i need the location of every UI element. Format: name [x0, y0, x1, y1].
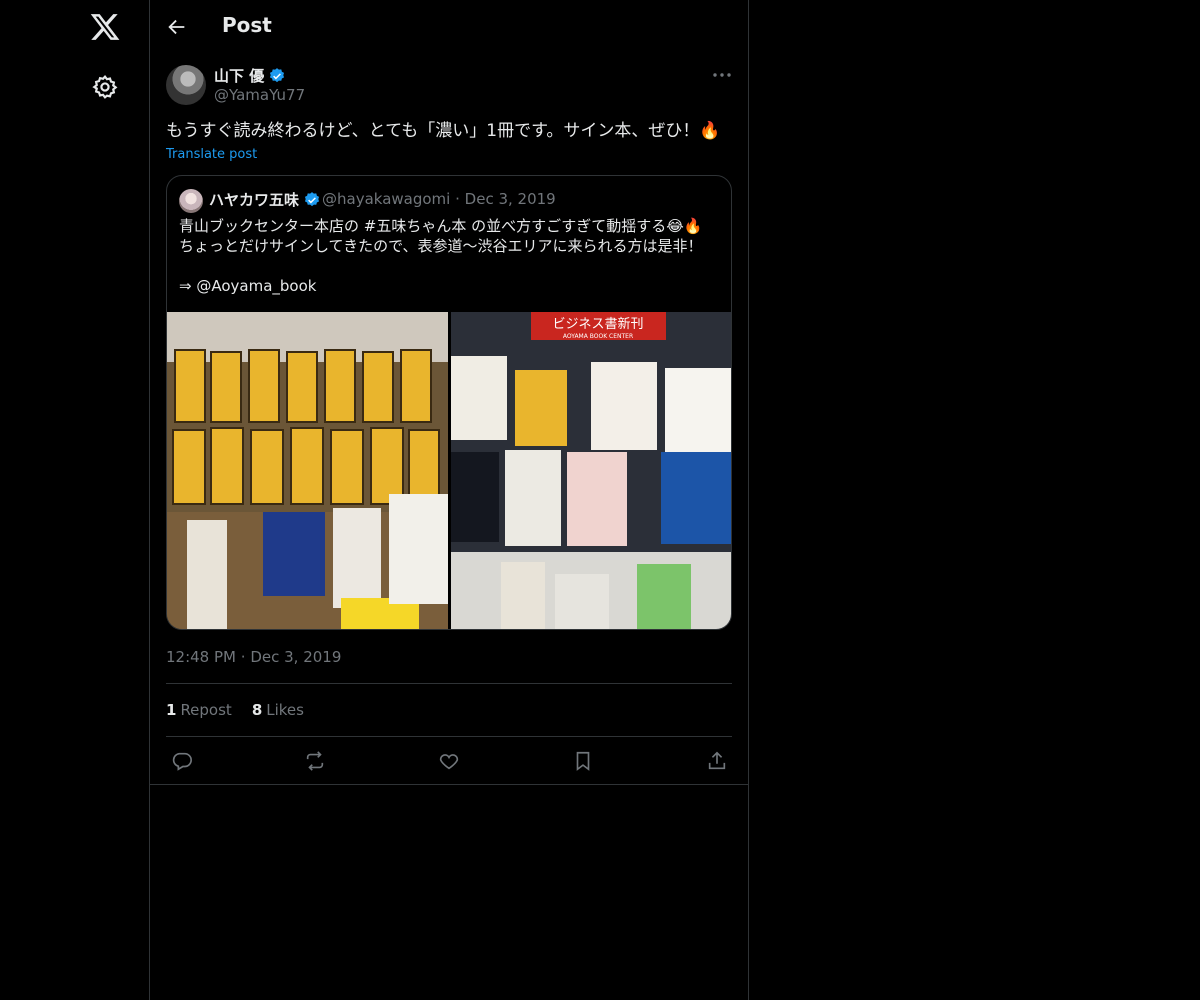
post-actions: [166, 750, 732, 772]
right-image-caption: ビジネス書新刊: [552, 316, 643, 332]
bookshelf-photo-left[interactable]: [167, 312, 448, 629]
post-time[interactable]: 12:48 PM: [166, 648, 236, 666]
verified-badge-icon: [268, 67, 286, 85]
translate-post-link[interactable]: Translate post: [166, 147, 257, 162]
page-header: Post: [150, 0, 748, 54]
quote-author-handle: @hayakawagomi: [322, 190, 451, 208]
more-options-icon[interactable]: [710, 68, 734, 82]
author-name-row[interactable]: 山下 優: [214, 65, 286, 86]
quote-text: 青山ブックセンター本店の #五味ちゃん本 の並べ方すごすぎて動揺する😂🔥 ちょっ…: [179, 217, 703, 295]
reply-icon[interactable]: [171, 750, 193, 772]
x-logo-icon[interactable]: [89, 11, 121, 43]
share-icon[interactable]: [706, 750, 728, 772]
post-timestamp[interactable]: 12:48 PM · Dec 3, 2019: [166, 648, 341, 666]
divider: [166, 683, 732, 684]
dot-separator: ·: [240, 648, 246, 666]
author-name[interactable]: 山下 優: [214, 65, 264, 86]
dot-separator: ·: [455, 190, 460, 208]
heart-icon[interactable]: [438, 750, 460, 772]
author-avatar[interactable]: [166, 65, 206, 105]
post-text: もうすぐ読み終わるけど、とても「濃い」1冊です。サイン本、ぜひ！🔥: [166, 121, 721, 141]
back-arrow-icon[interactable]: [166, 16, 188, 38]
divider: [150, 784, 748, 785]
bookshelf-photo-right[interactable]: ビジネス書新刊 AOYAMA BOOK CENTER: [451, 312, 731, 629]
quoted-post[interactable]: ハヤカワ五味 @hayakawagomi · Dec 3, 2019 青山ブック…: [166, 175, 732, 630]
verified-badge-icon: [303, 191, 321, 209]
reposts-count-link[interactable]: 1 Repost: [166, 701, 232, 719]
bookmark-icon[interactable]: [572, 750, 594, 772]
reposts-count: 1: [166, 701, 177, 719]
likes-label: Likes: [266, 701, 304, 719]
post-column: Post 山下 優 @YamaYu77 もうすぐ読み終わるけど、とても「濃い」1…: [149, 0, 749, 1000]
likes-count: 8: [251, 701, 263, 719]
engagement-counts: 1 Repost 8 Likes: [166, 701, 304, 719]
right-image-subcaption: AOYAMA BOOK CENTER: [563, 333, 633, 340]
gear-icon[interactable]: [92, 74, 118, 100]
divider: [166, 736, 732, 737]
quote-handle-row: @hayakawagomi · Dec 3, 2019: [322, 190, 556, 208]
page-title: Post: [222, 13, 272, 37]
author-handle[interactable]: @YamaYu77: [214, 86, 305, 104]
post-date[interactable]: Dec 3, 2019: [250, 648, 341, 666]
repost-icon[interactable]: [304, 750, 326, 772]
likes-count-link[interactable]: 8 Likes: [252, 701, 304, 719]
quote-author-row: ハヤカワ五味: [209, 189, 321, 210]
quote-author-avatar: [179, 189, 203, 213]
reposts-label: Repost: [180, 701, 232, 719]
left-navigation: [0, 0, 149, 1000]
quote-author-name: ハヤカワ五味: [209, 191, 300, 209]
quote-date: Dec 3, 2019: [464, 190, 556, 208]
